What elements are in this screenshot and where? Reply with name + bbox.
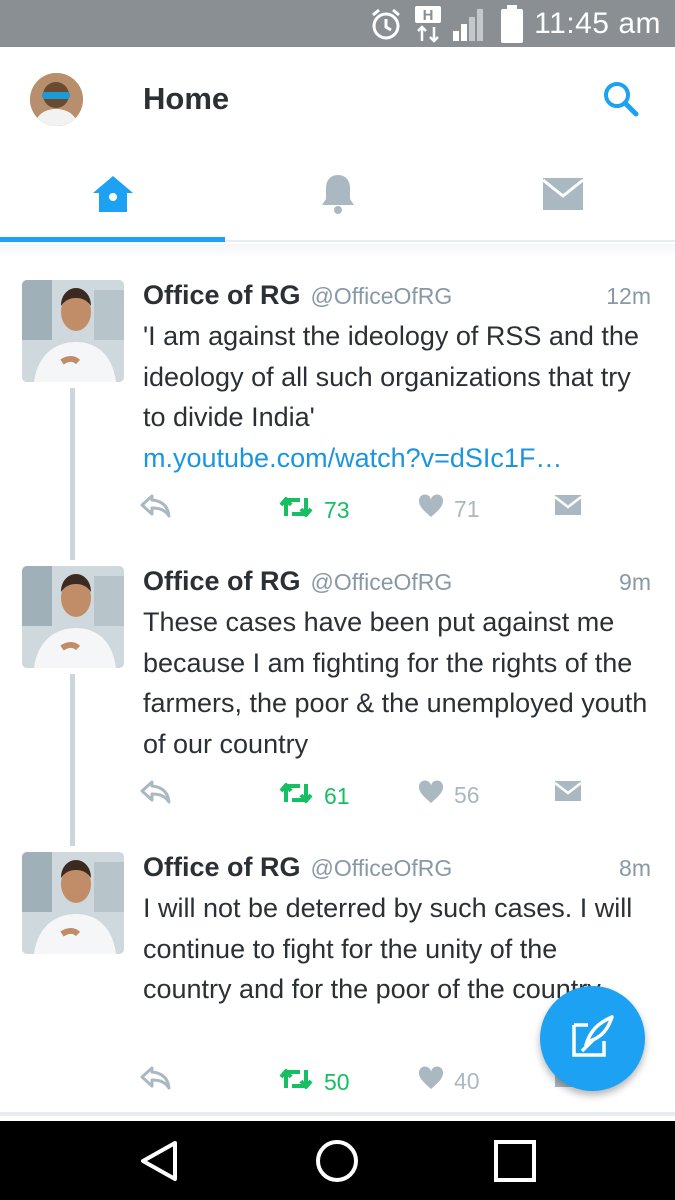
home-icon	[90, 173, 136, 220]
page-title: Home	[143, 81, 230, 116]
tweet-author-name[interactable]: Office of RG	[143, 280, 301, 311]
retweet-count: 50	[324, 1068, 350, 1095]
heart-icon	[418, 494, 444, 524]
tweet-actions: 50 40	[140, 1066, 600, 1098]
profile-avatar[interactable]	[30, 73, 83, 126]
tweet-avatar[interactable]	[22, 566, 124, 668]
tweet-body: I will not be deterred by such cases. I …	[143, 893, 633, 1004]
tab-bar	[0, 152, 675, 242]
tweet-author-handle[interactable]: @OfficeOfRG	[311, 855, 453, 882]
tweet-text: 'I am against the ideology of RSS and th…	[143, 316, 653, 478]
tweet-avatar[interactable]	[22, 852, 124, 954]
tweet[interactable]: Office of RG @OfficeOfRG 12m 'I am again…	[0, 258, 675, 560]
retweet-count: 73	[324, 496, 350, 523]
like-count: 71	[454, 495, 480, 522]
retweet-icon	[278, 494, 314, 526]
back-icon[interactable]	[135, 1137, 183, 1185]
like-button[interactable]: 71	[418, 494, 480, 524]
reply-icon	[140, 780, 172, 810]
like-button[interactable]: 40	[418, 1066, 480, 1096]
svg-text:H: H	[423, 7, 434, 24]
reply-icon	[140, 494, 172, 524]
like-count: 56	[454, 781, 480, 808]
network-h-icon: H	[414, 5, 442, 43]
tab-home[interactable]	[0, 152, 225, 242]
status-time: 11:45 am	[534, 6, 661, 40]
like-button[interactable]: 56	[418, 780, 480, 810]
like-count: 40	[454, 1067, 480, 1094]
home-circle-icon[interactable]	[313, 1137, 361, 1185]
reply-button[interactable]	[140, 1066, 172, 1096]
retweet-count: 61	[324, 782, 350, 809]
envelope-icon	[541, 177, 584, 216]
tab-messages[interactable]	[450, 152, 675, 240]
alarm-clock-icon	[368, 6, 404, 42]
retweet-icon	[278, 1066, 314, 1098]
tweet-text: These cases have been put against me bec…	[143, 602, 653, 764]
tweet-link[interactable]: m.youtube.com/watch?v=dSIc1F…	[143, 438, 653, 479]
tweet-author-name[interactable]: Office of RG	[143, 566, 301, 597]
thread-line	[70, 674, 75, 846]
tweet[interactable]: Office of RG @OfficeOfRG 9m These cases …	[0, 544, 675, 846]
tweet-body: 'I am against the ideology of RSS and th…	[143, 321, 639, 432]
status-bar: H 11:45 am	[0, 0, 675, 47]
retweet-button[interactable]: 61	[278, 780, 350, 812]
heart-icon	[418, 780, 444, 810]
system-nav-bar	[0, 1121, 675, 1200]
retweet-button[interactable]: 73	[278, 494, 350, 526]
timeline: Office of RG @OfficeOfRG 12m 'I am again…	[0, 258, 675, 1116]
battery-icon	[500, 4, 524, 43]
tweet-author-name[interactable]: Office of RG	[143, 852, 301, 883]
envelope-icon	[554, 494, 582, 522]
thread-line	[70, 388, 75, 560]
retweet-icon	[278, 780, 314, 812]
search-icon[interactable]	[601, 79, 641, 119]
tweet-header: Office of RG @OfficeOfRG 9m	[143, 566, 651, 600]
tab-notifications[interactable]	[225, 152, 450, 240]
timeline-divider	[0, 244, 675, 258]
compose-icon	[570, 1013, 616, 1064]
tweet-actions: 61 56	[140, 780, 600, 812]
envelope-icon	[554, 780, 582, 808]
tweet-body: These cases have been put against me bec…	[143, 607, 648, 759]
reply-button[interactable]	[140, 780, 172, 810]
tweet-timestamp: 9m	[619, 569, 651, 595]
bell-icon	[320, 172, 356, 221]
tweet-header: Office of RG @OfficeOfRG 12m	[143, 280, 651, 314]
tweet-avatar[interactable]	[22, 280, 124, 382]
tweet-timestamp: 12m	[606, 283, 651, 309]
app-bar: Home	[0, 47, 675, 152]
signal-icon	[452, 7, 490, 41]
direct-message-button[interactable]	[554, 494, 582, 522]
recents-icon[interactable]	[491, 1137, 539, 1185]
retweet-button[interactable]: 50	[278, 1066, 350, 1098]
tweet-actions: 73 71	[140, 494, 600, 526]
direct-message-button[interactable]	[554, 780, 582, 808]
tweet-header: Office of RG @OfficeOfRG 8m	[143, 852, 651, 886]
timeline-bottom-divider	[0, 1112, 675, 1116]
compose-tweet-button[interactable]	[540, 986, 645, 1091]
tweet-author-handle[interactable]: @OfficeOfRG	[311, 283, 453, 310]
heart-icon	[418, 1066, 444, 1096]
reply-button[interactable]	[140, 494, 172, 524]
reply-icon	[140, 1066, 172, 1096]
tweet-author-handle[interactable]: @OfficeOfRG	[311, 569, 453, 596]
tweet-timestamp: 8m	[619, 855, 651, 881]
